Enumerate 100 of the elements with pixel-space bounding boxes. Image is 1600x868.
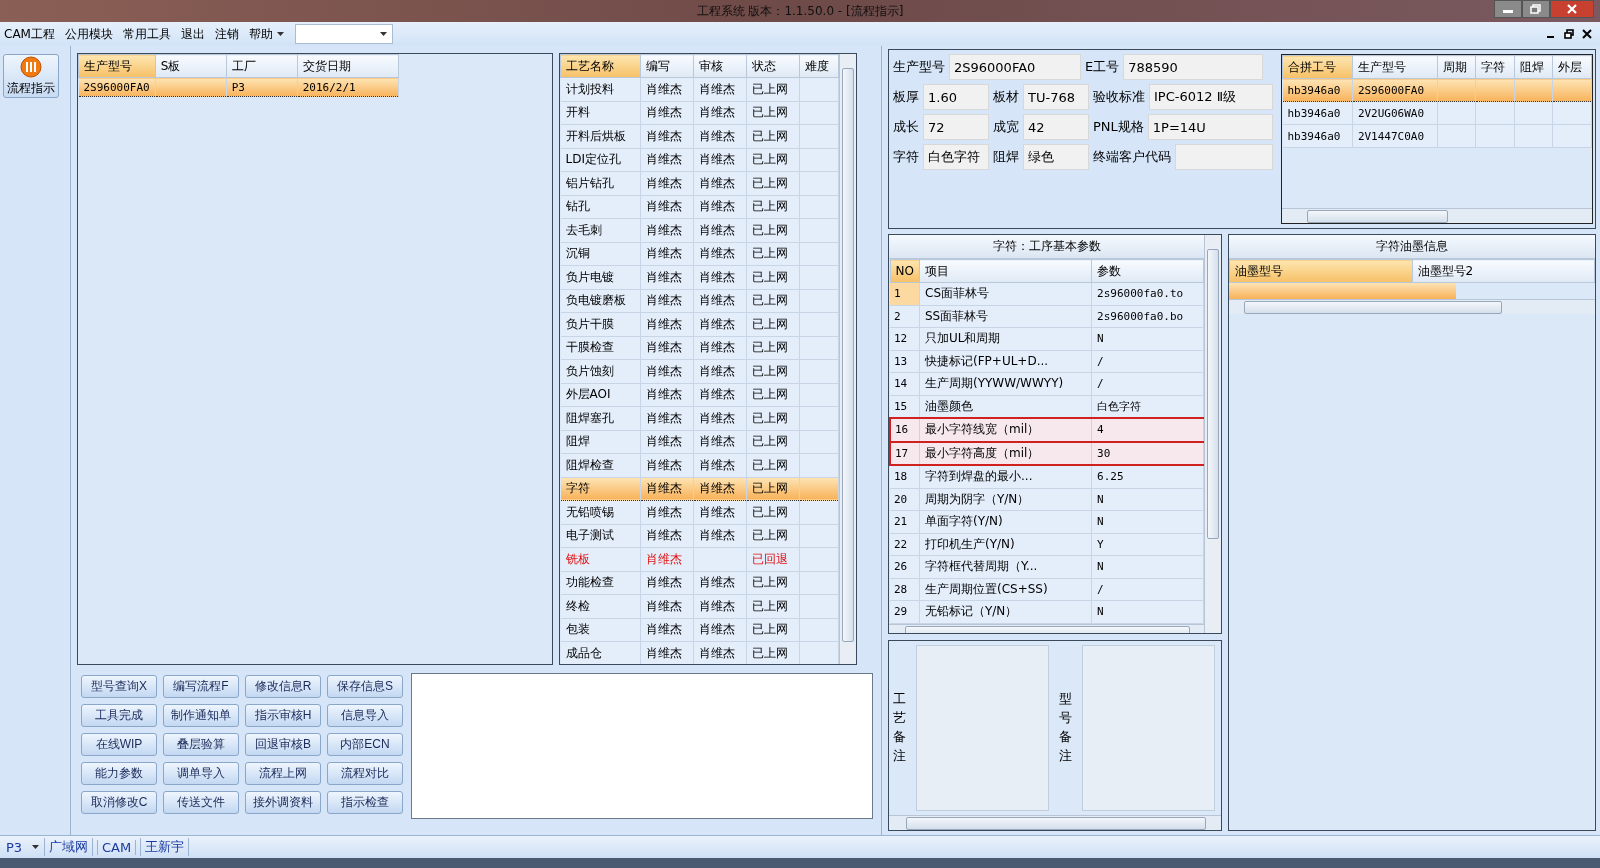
table-row[interactable]: 干膜检查 肖维杰 肖维杰 已上网 (560, 336, 839, 360)
menu-item[interactable]: 退出 (180, 25, 205, 43)
table-row[interactable]: 铣板 肖维杰 已回退 (560, 547, 839, 571)
table-row[interactable]: 电子测试 肖维杰 肖维杰 已上网 (560, 524, 839, 548)
action-button[interactable]: 在线WIP (81, 733, 157, 756)
column-header[interactable]: 参数 (1091, 259, 1204, 283)
action-button[interactable]: 指示审核H (245, 704, 321, 727)
scrollbar[interactable] (1204, 235, 1221, 633)
table-row[interactable]: 阻焊塞孔 肖维杰 肖维杰 已上网 (560, 406, 839, 430)
table-row[interactable]: 钻孔 肖维杰 肖维杰 已上网 (560, 195, 839, 219)
column-header[interactable]: 项目 (919, 259, 1092, 283)
table-row[interactable]: hb3946a0 2V2UG06WA0 (1282, 101, 1592, 125)
table-row[interactable]: LDI定位孔 肖维杰 肖维杰 已上网 (560, 148, 839, 172)
table-row[interactable]: 无铅喷锡 肖维杰 肖维杰 已上网 (560, 500, 839, 524)
column-header[interactable]: 审核 (693, 54, 746, 78)
close-button[interactable] (1550, 0, 1594, 18)
action-button[interactable]: 工具完成 (81, 704, 157, 727)
action-button[interactable]: 内部ECN (327, 733, 403, 756)
column-header[interactable]: 编写 (640, 54, 693, 78)
table-row[interactable]: 成品仓 肖维杰 肖维杰 已上网 (560, 641, 839, 664)
table-row[interactable]: 终检 肖维杰 肖维杰 已上网 (560, 594, 839, 618)
menu-item[interactable]: 帮助 (248, 25, 273, 43)
table-row[interactable]: 负电镀磨板 肖维杰 肖维杰 已上网 (560, 289, 839, 313)
combo-box[interactable] (294, 24, 393, 44)
action-button[interactable]: 编写流程F (163, 675, 239, 698)
scrollbar[interactable] (1229, 299, 1595, 314)
table-row[interactable]: 计划投料 肖维杰 肖维杰 已上网 (560, 77, 839, 101)
menu-item[interactable]: 常用工具 (122, 25, 171, 43)
action-button[interactable]: 叠层验算 (163, 733, 239, 756)
action-button[interactable]: 调单导入 (163, 762, 239, 785)
table-row[interactable]: 包装 肖维杰 肖维杰 已上网 (560, 618, 839, 642)
table-row[interactable]: 去毛刺 肖维杰 肖维杰 已上网 (560, 218, 839, 242)
text-field[interactable]: 白色字符 (923, 144, 989, 170)
scrollbar[interactable] (839, 54, 856, 664)
restore-icon[interactable] (1564, 29, 1574, 39)
text-field[interactable]: TU-768 (1023, 84, 1089, 110)
text-field[interactable]: IPC-6012 Ⅱ级 (1149, 84, 1273, 110)
column-header[interactable]: NO (890, 259, 920, 283)
action-button[interactable]: 流程对比 (327, 762, 403, 785)
action-button[interactable]: 保存信息S (327, 675, 403, 698)
table-row[interactable]: hb3946a0 2V1447C0A0 (1282, 124, 1592, 148)
action-button[interactable]: 能力参数 (81, 762, 157, 785)
text-field[interactable]: 2S96000FA0 (949, 54, 1081, 80)
text-area[interactable] (916, 645, 1049, 811)
dropdown-arrow-icon[interactable] (32, 844, 40, 850)
table-row[interactable]: 开料后烘板 肖维杰 肖维杰 已上网 (560, 124, 839, 148)
column-header[interactable]: 难度 (799, 54, 839, 78)
table-row[interactable]: 阻焊 肖维杰 肖维杰 已上网 (560, 430, 839, 454)
scrollbar[interactable] (889, 815, 1221, 830)
text-field[interactable]: 绿色 (1023, 144, 1089, 170)
menu-item[interactable]: 注销 (214, 25, 239, 43)
action-button[interactable]: 取消修改C (81, 791, 157, 814)
table-row[interactable]: 功能检查 肖维杰 肖维杰 已上网 (560, 571, 839, 595)
table-row[interactable]: 阻焊检查 肖维杰 肖维杰 已上网 (560, 453, 839, 477)
action-button[interactable]: 修改信息R (245, 675, 321, 698)
action-button[interactable]: 流程上网 (245, 762, 321, 785)
table-row[interactable]: 字符 肖维杰 肖维杰 已上网 (560, 477, 839, 501)
column-header[interactable]: 工艺名称 (560, 54, 640, 78)
scrollbar[interactable] (1282, 208, 1592, 223)
close-icon[interactable] (1582, 29, 1592, 39)
column-header[interactable]: 字符 (1475, 55, 1515, 79)
column-header[interactable]: 周期 (1437, 55, 1476, 79)
table-row[interactable]: hb3946a0 2S96000FA0 (1282, 78, 1592, 102)
flow-button[interactable]: 流程指示 (3, 54, 59, 98)
text-field[interactable]: 788590 (1123, 54, 1264, 80)
column-header[interactable]: 阻焊 (1514, 55, 1553, 79)
action-button[interactable]: 传送文件 (163, 791, 239, 814)
action-button[interactable]: 指示检查 (327, 791, 403, 814)
table-row[interactable]: 2S96000FA0 P3 2016/2/1 (78, 77, 399, 97)
table-row[interactable]: 铝片钻孔 肖维杰 肖维杰 已上网 (560, 171, 839, 195)
text-field[interactable]: 1.60 (923, 84, 989, 110)
action-button[interactable]: 型号查询X (81, 675, 157, 698)
scrollbar[interactable] (889, 623, 1204, 633)
column-header[interactable]: 外层 (1552, 55, 1592, 79)
column-header[interactable]: 油墨型号 (1229, 259, 1412, 283)
table-row[interactable]: 负片电镀 肖维杰 肖维杰 已上网 (560, 265, 839, 289)
menu-item[interactable]: 公用模块 (64, 25, 113, 43)
column-header[interactable]: 生产型号 (1352, 55, 1438, 79)
action-button[interactable]: 制作通知单 (163, 704, 239, 727)
column-header[interactable]: 生产型号 (78, 54, 156, 78)
minimize-button[interactable] (1494, 0, 1522, 18)
table-row[interactable]: 外层AOI 肖维杰 肖维杰 已上网 (560, 383, 839, 407)
column-header[interactable]: 油墨型号2 (1412, 259, 1595, 283)
restore-button[interactable] (1522, 0, 1550, 18)
table-row[interactable]: 开料 肖维杰 肖维杰 已上网 (560, 101, 839, 125)
text-field[interactable]: 1P=14U (1147, 114, 1273, 140)
text-field[interactable]: 42 (1023, 114, 1089, 140)
table-row[interactable]: 沉铜 肖维杰 肖维杰 已上网 (560, 242, 839, 266)
column-header[interactable]: 交货日期 (297, 54, 399, 78)
action-button[interactable]: 回退审核B (245, 733, 321, 756)
factory-selector[interactable]: P3 (6, 839, 28, 855)
table-row[interactable]: 负片干膜 肖维杰 肖维杰 已上网 (560, 312, 839, 336)
text-field[interactable] (1175, 144, 1273, 170)
column-header[interactable]: S板 (155, 54, 227, 78)
column-header[interactable]: 合拼工号 (1282, 55, 1353, 79)
action-button[interactable]: 接外调资料 (245, 791, 321, 814)
text-area[interactable] (1082, 645, 1215, 811)
menu-item[interactable]: CAM工程 (4, 25, 55, 43)
action-button[interactable]: 信息导入 (327, 704, 403, 727)
column-header[interactable]: 工厂 (226, 54, 298, 78)
